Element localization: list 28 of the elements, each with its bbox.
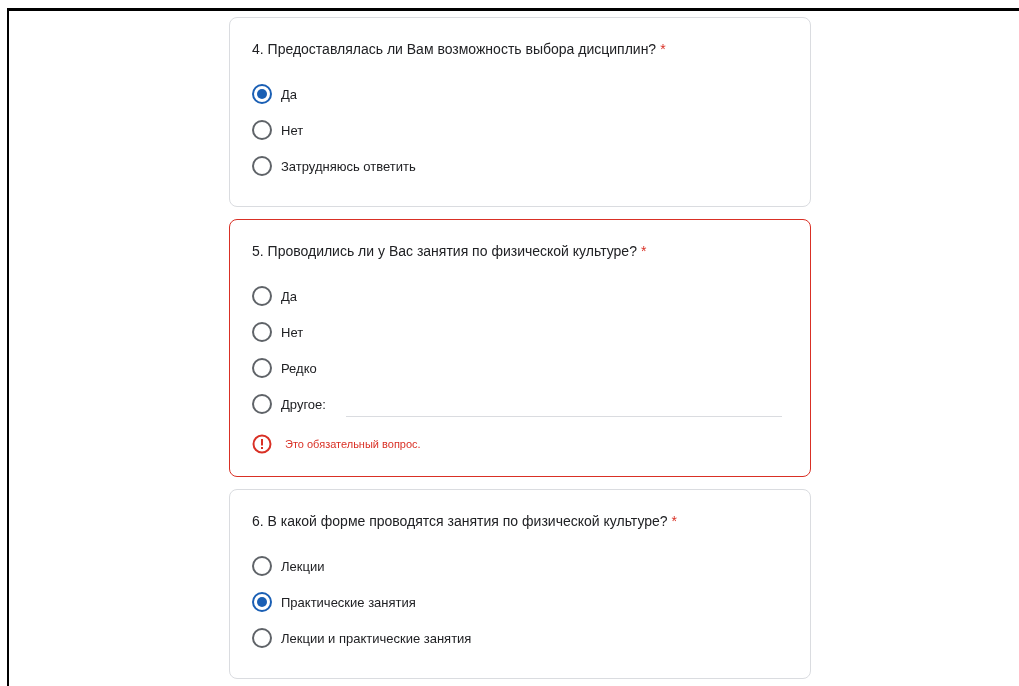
radio-button[interactable] [252, 394, 272, 414]
radio-button[interactable] [252, 322, 272, 342]
question-text: 6. В какой форме проводятся занятия по физической культуре? [252, 513, 668, 529]
required-asterisk: * [671, 513, 678, 529]
option-label: Затрудняюсь ответить [281, 158, 416, 174]
option-label: Практические занятия [281, 594, 416, 610]
option-label: Нет [281, 122, 304, 138]
option-label: Другое: [281, 396, 326, 412]
option-label: Редко [281, 360, 317, 376]
radio-button[interactable] [252, 358, 272, 378]
radio-button[interactable] [252, 286, 272, 306]
radio-button[interactable] [252, 120, 272, 140]
radio-button[interactable] [252, 556, 272, 576]
radio-button[interactable] [252, 84, 272, 104]
option-label: Лекции и практические занятия [281, 630, 472, 646]
radio-button[interactable] [252, 592, 272, 612]
question-text: 4. Предоставлялась ли Вам возможность выбора дисциплин? [252, 41, 657, 57]
radio-button[interactable] [252, 156, 272, 176]
option-label: Лекции [281, 558, 325, 574]
option-label: Да [281, 86, 298, 102]
required-asterisk: * [660, 41, 666, 57]
question-text: 5. Проводились ли у Вас занятия по физической культуре? [252, 243, 637, 259]
radio-button[interactable] [252, 628, 272, 648]
error-message: Это обязательный вопрос. [285, 438, 421, 450]
option-label: Да [281, 288, 298, 304]
option-label: Нет [281, 324, 304, 340]
required-asterisk: * [640, 243, 647, 259]
error-icon [252, 434, 272, 454]
